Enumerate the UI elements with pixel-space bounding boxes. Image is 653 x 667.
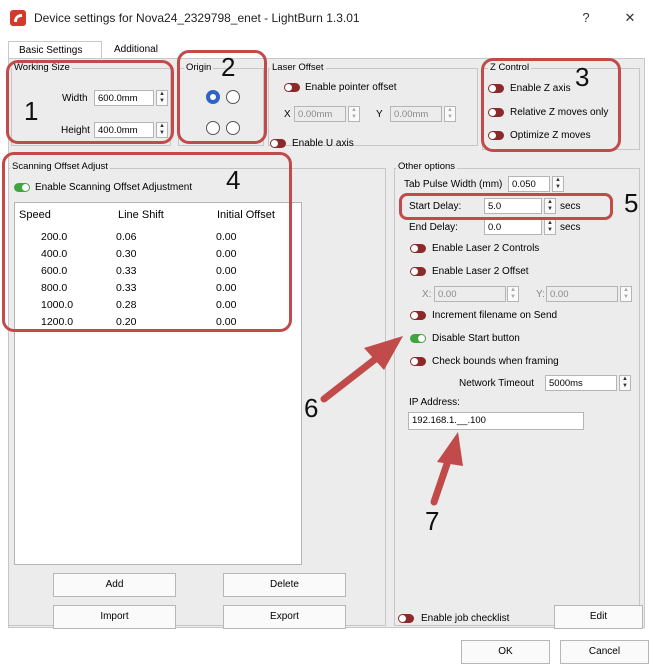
annotation-arrow-6 [320, 336, 403, 403]
annotation-arrows [320, 336, 463, 506]
annotation-arrow-7 [430, 432, 463, 506]
